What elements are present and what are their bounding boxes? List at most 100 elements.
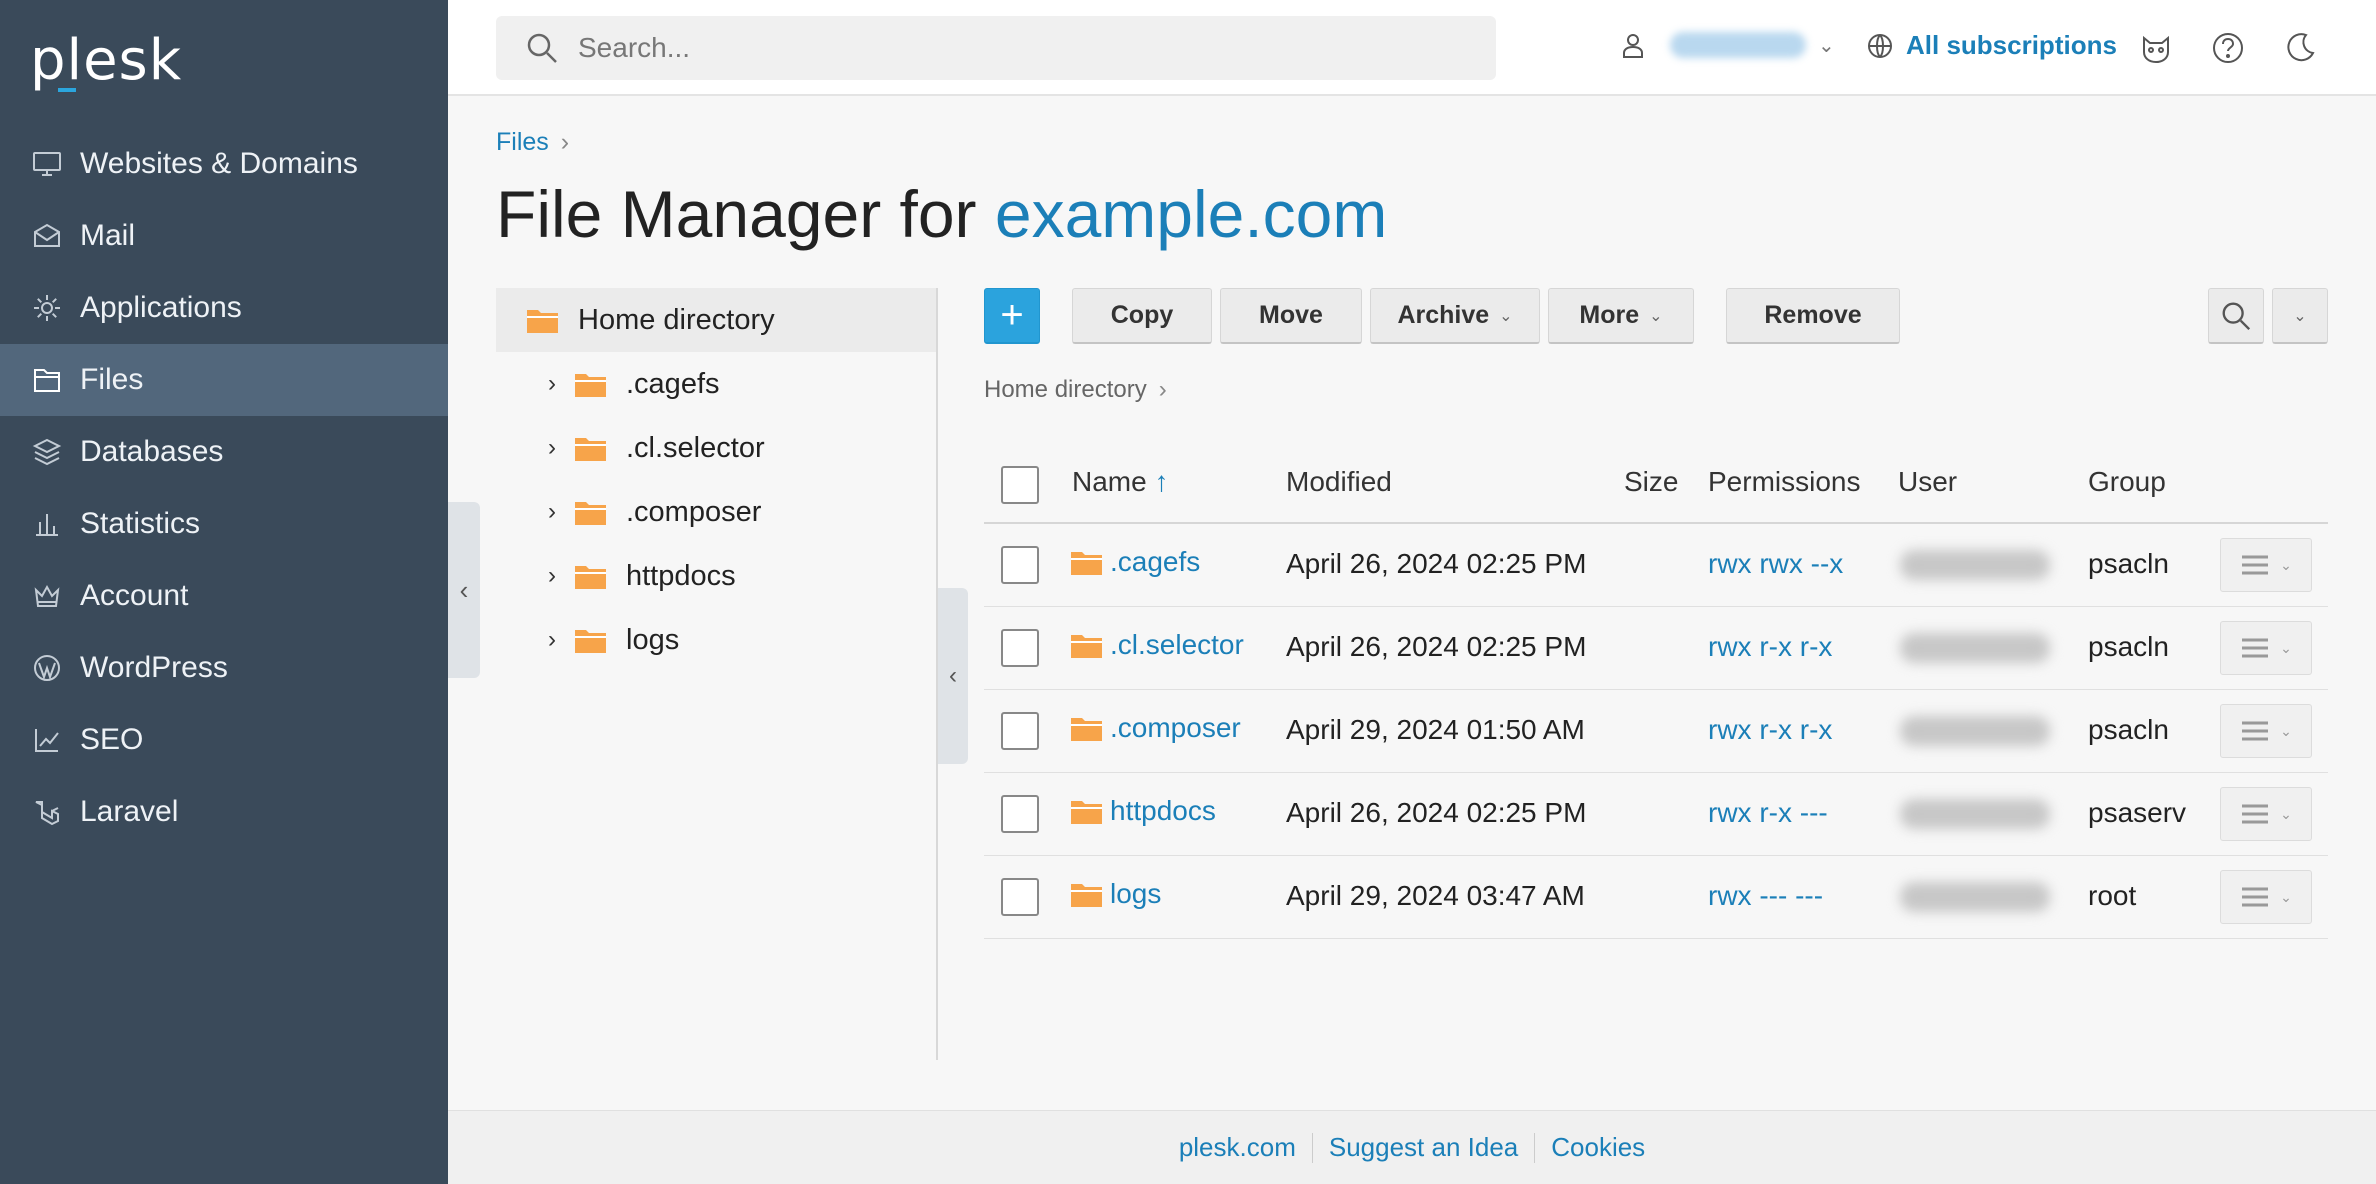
- file-name-link[interactable]: logs: [1070, 878, 1161, 910]
- tree-item[interactable]: › .cagefs: [496, 352, 936, 416]
- chevron-right-icon[interactable]: ›: [548, 498, 574, 526]
- chevron-left-icon: ‹: [459, 574, 469, 605]
- hamburger-icon: [2242, 721, 2269, 741]
- table-row: .composer April 29, 2024 01:50 AM rwx r-…: [984, 690, 2328, 773]
- row-actions-menu[interactable]: ⌄: [2220, 704, 2312, 758]
- column-header-name[interactable]: Name ↑: [1072, 466, 1168, 498]
- footer-link-cookies[interactable]: Cookies: [1535, 1132, 1661, 1163]
- logo-text: plesk: [30, 28, 183, 93]
- tree-item-label: .composer: [626, 495, 762, 528]
- folder-open-icon: [526, 307, 560, 333]
- table-search-button[interactable]: [2208, 288, 2264, 344]
- sidebar-item-label: Files: [80, 363, 144, 396]
- folder-icon: [574, 371, 608, 397]
- sidebar-item-mail[interactable]: Mail: [0, 200, 448, 272]
- permissions-link[interactable]: rwx r-x ---: [1708, 797, 1828, 829]
- sidebar-item-wordpress[interactable]: WordPress: [0, 632, 448, 704]
- sidebar-collapse-button[interactable]: ‹: [448, 502, 480, 678]
- sidebar-item-label: Account: [80, 579, 189, 612]
- tree-collapse-button[interactable]: ‹: [938, 588, 968, 764]
- sidebar-item-label: WordPress: [80, 651, 228, 684]
- footer-link-plesk[interactable]: plesk.com: [1163, 1132, 1312, 1163]
- layers-icon: [30, 435, 64, 469]
- move-button[interactable]: Move: [1220, 288, 1362, 344]
- chevron-right-icon[interactable]: ›: [548, 626, 574, 654]
- row-actions-menu[interactable]: ⌄: [2220, 787, 2312, 841]
- footer-link-suggest-idea[interactable]: Suggest an Idea: [1313, 1132, 1534, 1163]
- moon-icon[interactable]: [2282, 30, 2318, 66]
- tree-item[interactable]: › httpdocs: [496, 544, 936, 608]
- row-actions-menu[interactable]: ⌄: [2220, 538, 2312, 592]
- column-header-modified[interactable]: Modified: [1286, 466, 1392, 498]
- remove-button[interactable]: Remove: [1726, 288, 1900, 344]
- file-name-link[interactable]: httpdocs: [1070, 795, 1216, 827]
- table-row: .cagefs April 26, 2024 02:25 PM rwx rwx …: [984, 524, 2328, 607]
- sidebar-item-websites-domains[interactable]: Websites & Domains: [0, 128, 448, 200]
- trend-icon: [30, 723, 64, 757]
- chevron-down-icon: ⌄: [2280, 639, 2292, 656]
- crown-icon: [30, 579, 64, 613]
- chevron-right-icon[interactable]: ›: [548, 370, 574, 398]
- tree-item[interactable]: › .composer: [496, 480, 936, 544]
- tree-item[interactable]: › logs: [496, 608, 936, 672]
- chevron-right-icon[interactable]: ›: [548, 434, 574, 462]
- user-name-blurred: [1670, 32, 1806, 58]
- help-icon[interactable]: [2210, 30, 2246, 66]
- column-header-size[interactable]: Size: [1624, 466, 1678, 498]
- wordpress-icon: [30, 651, 64, 685]
- sidebar-item-laravel[interactable]: Laravel: [0, 776, 448, 848]
- toolbar-options-dropdown[interactable]: ⌄: [2272, 288, 2328, 344]
- file-name-link[interactable]: .composer: [1070, 712, 1241, 744]
- row-actions-menu[interactable]: ⌄: [2220, 870, 2312, 924]
- sidebar-item-applications[interactable]: Applications: [0, 272, 448, 344]
- row-checkbox[interactable]: [1001, 878, 1039, 916]
- sidebar-item-databases[interactable]: Databases: [0, 416, 448, 488]
- sidebar-item-label: Applications: [80, 291, 242, 324]
- row-checkbox[interactable]: [1001, 795, 1039, 833]
- user-menu[interactable]: ⌄: [1618, 30, 1835, 60]
- cat-icon[interactable]: [2138, 30, 2174, 66]
- sidebar-item-seo[interactable]: SEO: [0, 704, 448, 776]
- column-header-group[interactable]: Group: [2088, 466, 2166, 498]
- search-input[interactable]: [578, 32, 1458, 64]
- row-checkbox[interactable]: [1001, 629, 1039, 667]
- page-title-domain-link[interactable]: example.com: [995, 177, 1388, 251]
- table-row: logs April 29, 2024 03:47 AM rwx --- ---…: [984, 856, 2328, 939]
- modified-date: April 29, 2024 01:50 AM: [1286, 714, 1585, 745]
- topbar: ⌄ All subscriptions: [448, 0, 2376, 96]
- add-button[interactable]: +: [984, 288, 1040, 344]
- column-header-permissions[interactable]: Permissions: [1708, 466, 1860, 498]
- copy-button[interactable]: Copy: [1072, 288, 1212, 344]
- table-row: .cl.selector April 26, 2024 02:25 PM rwx…: [984, 607, 2328, 690]
- column-header-user[interactable]: User: [1898, 466, 1957, 498]
- permissions-link[interactable]: rwx --- ---: [1708, 880, 1823, 912]
- tree-root-home[interactable]: Home directory: [496, 288, 936, 352]
- more-button[interactable]: More ⌄: [1548, 288, 1694, 344]
- user-blurred: [1900, 550, 2050, 580]
- laravel-icon: [30, 795, 64, 829]
- sidebar-item-statistics[interactable]: Statistics: [0, 488, 448, 560]
- select-all-checkbox[interactable]: [1001, 466, 1039, 504]
- permissions-link[interactable]: rwx rwx --x: [1708, 548, 1843, 580]
- row-actions-menu[interactable]: ⌄: [2220, 621, 2312, 675]
- plesk-logo[interactable]: plesk: [30, 28, 182, 93]
- path-home-link[interactable]: Home directory: [984, 376, 1147, 403]
- permissions-link[interactable]: rwx r-x r-x: [1708, 714, 1832, 746]
- search-box[interactable]: [496, 16, 1496, 80]
- row-checkbox[interactable]: [1001, 546, 1039, 584]
- file-name-link[interactable]: .cagefs: [1070, 546, 1200, 578]
- sidebar-item-account[interactable]: Account: [0, 560, 448, 632]
- archive-button[interactable]: Archive ⌄: [1370, 288, 1540, 344]
- subscriptions-selector[interactable]: All subscriptions: [1866, 30, 2117, 61]
- add-label: +: [1000, 293, 1024, 337]
- sidebar-item-files[interactable]: Files: [0, 344, 448, 416]
- permissions-link[interactable]: rwx r-x r-x: [1708, 631, 1832, 663]
- group-name: psacln: [2088, 548, 2169, 579]
- chevron-right-icon[interactable]: ›: [548, 562, 574, 590]
- breadcrumb-files-link[interactable]: Files: [496, 128, 549, 156]
- row-checkbox[interactable]: [1001, 712, 1039, 750]
- chevron-down-icon: ⌄: [2280, 888, 2292, 905]
- tree-item[interactable]: › .cl.selector: [496, 416, 936, 480]
- file-name-link[interactable]: .cl.selector: [1070, 629, 1244, 661]
- modified-date: April 26, 2024 02:25 PM: [1286, 797, 1587, 828]
